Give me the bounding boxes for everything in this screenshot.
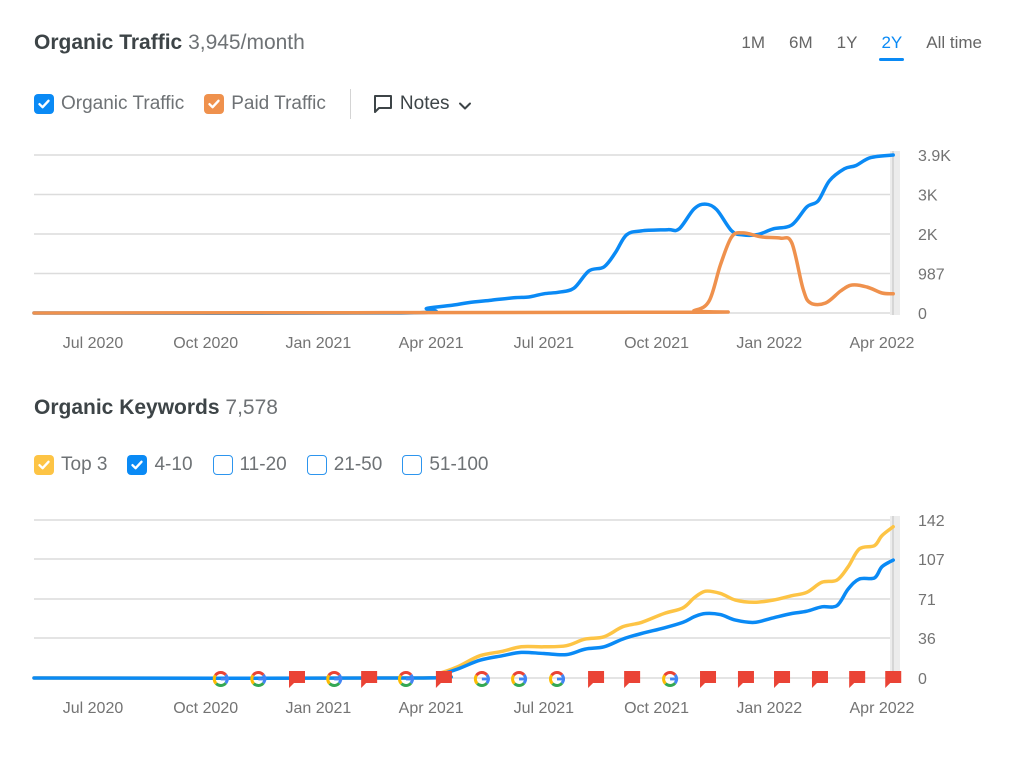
checkbox-unchecked-icon[interactable]: [306, 455, 327, 475]
chevron-down-icon: [458, 102, 471, 109]
range-all-time[interactable]: All time: [914, 33, 994, 61]
y-tick-label: 36: [918, 631, 936, 648]
note-flag-icon[interactable]: [624, 671, 641, 688]
y-tick-label: 142: [918, 513, 945, 530]
keywords-chart[interactable]: 0 36 71 107 142 Jul 2020 Oct 2020 Jan 2021 Apr 2…: [0, 505, 1024, 725]
series-line-top-3[interactable]: [32, 524, 895, 681]
date-range-selector: 1M 6M 1Y 2Y All time: [729, 33, 994, 61]
note-flag-icon[interactable]: [435, 671, 452, 688]
notes-label: Notes: [399, 93, 450, 114]
x-tick-label: Apr 2021: [399, 700, 464, 717]
legend-label: Top 3: [61, 454, 108, 475]
range-2y[interactable]: 2Y: [869, 33, 914, 61]
legend-paid-traffic[interactable]: Paid Traffic: [204, 93, 326, 115]
note-flag-icon[interactable]: [361, 671, 378, 688]
x-tick-label: Oct 2021: [624, 700, 689, 717]
checkbox-unchecked-icon[interactable]: [402, 455, 423, 475]
range-1y[interactable]: 1Y: [825, 33, 870, 61]
x-tick-label: Jan 2022: [736, 700, 802, 717]
y-tick-label: 0: [918, 671, 927, 688]
note-flag-icon[interactable]: [588, 671, 605, 688]
x-tick-label: Oct 2020: [173, 335, 238, 352]
x-tick-label: Jul 2021: [514, 335, 575, 352]
y-tick-label: 107: [918, 552, 945, 569]
legend-top-3[interactable]: Top 3: [34, 454, 107, 476]
google-update-icon[interactable]: [549, 671, 565, 687]
y-tick-label: 71: [918, 592, 936, 609]
legend-label: 11-20: [239, 454, 287, 475]
series-line-4-10[interactable]: [32, 558, 895, 681]
legend-label: Paid Traffic: [231, 93, 326, 114]
checkbox-checked-icon[interactable]: [34, 455, 54, 475]
y-tick-label: 3.9K: [918, 148, 951, 165]
legend-51-100[interactable]: 51-100: [402, 454, 488, 476]
notes-dropdown[interactable]: Notes: [373, 93, 479, 115]
x-tick-label: Jan 2022: [736, 335, 802, 352]
x-tick-label: Oct 2021: [624, 335, 689, 352]
keywords-legend: Top 3 4-10 11-20 21-50 51-100: [34, 454, 508, 476]
y-tick-label: 2K: [918, 227, 938, 244]
y-tick-label: 987: [918, 266, 945, 283]
x-tick-label: Apr 2022: [850, 335, 915, 352]
range-6m[interactable]: 6M: [777, 33, 825, 61]
note-flag-icon[interactable]: [774, 671, 791, 688]
legend-label: 4-10: [154, 454, 193, 475]
hover-band: [890, 151, 900, 315]
legend-21-50[interactable]: 21-50: [306, 454, 383, 476]
comment-icon: [373, 95, 392, 113]
legend-divider: [349, 89, 351, 119]
x-tick-label: Jan 2021: [285, 335, 351, 352]
x-tick-label: Jan 2021: [285, 700, 351, 717]
legend-organic-traffic[interactable]: Organic Traffic: [34, 93, 184, 115]
legend-label: 51-100: [429, 454, 489, 475]
x-tick-label: Jul 2020: [63, 700, 124, 717]
checkbox-checked-icon[interactable]: [127, 455, 148, 475]
x-tick-label: Oct 2020: [173, 700, 238, 717]
checkbox-checked-icon[interactable]: [204, 94, 225, 114]
traffic-legend: Organic Traffic Paid Traffic Notes: [34, 89, 479, 119]
y-tick-label: 3K: [918, 187, 938, 204]
keywords-title-row: Organic Keywords 7,578: [34, 396, 278, 420]
note-flag-icon[interactable]: [811, 671, 828, 688]
legend-4-10[interactable]: 4-10: [127, 454, 193, 476]
legend-label: 21-50: [333, 454, 383, 475]
google-update-icon[interactable]: [473, 671, 490, 687]
y-tick-label: 0: [918, 306, 927, 323]
note-flag-icon[interactable]: [289, 671, 306, 688]
note-flag-icon[interactable]: [700, 671, 717, 688]
legend-11-20[interactable]: 11-20: [212, 454, 287, 476]
note-flag-icon[interactable]: [737, 671, 754, 688]
google-update-icon[interactable]: [662, 671, 679, 687]
hover-band: [890, 516, 900, 680]
x-tick-label: Apr 2021: [399, 335, 464, 352]
x-tick-label: Jul 2021: [514, 700, 575, 717]
note-flag-icon[interactable]: [849, 671, 866, 688]
legend-label: Organic Traffic: [61, 93, 185, 114]
traffic-chart[interactable]: 0 987 2K 3K 3.9K Jul 2020 Oct 2020 Jan 2021 Apr …: [0, 140, 1024, 360]
range-1m[interactable]: 1M: [729, 33, 777, 61]
note-flag-icon[interactable]: [885, 671, 902, 688]
google-update-icon[interactable]: [511, 671, 528, 687]
checkbox-checked-icon[interactable]: [34, 94, 54, 114]
keywords-title: Organic Keywords: [34, 396, 220, 419]
x-tick-label: Jul 2020: [63, 335, 124, 352]
traffic-title-row: Organic Traffic 3,945/month: [34, 31, 305, 55]
traffic-title: Organic Traffic: [34, 31, 183, 54]
checkbox-unchecked-icon[interactable]: [212, 455, 233, 475]
traffic-value: 3,945/month: [188, 31, 305, 54]
keywords-value: 7,578: [225, 396, 278, 419]
x-tick-label: Apr 2022: [850, 700, 915, 717]
